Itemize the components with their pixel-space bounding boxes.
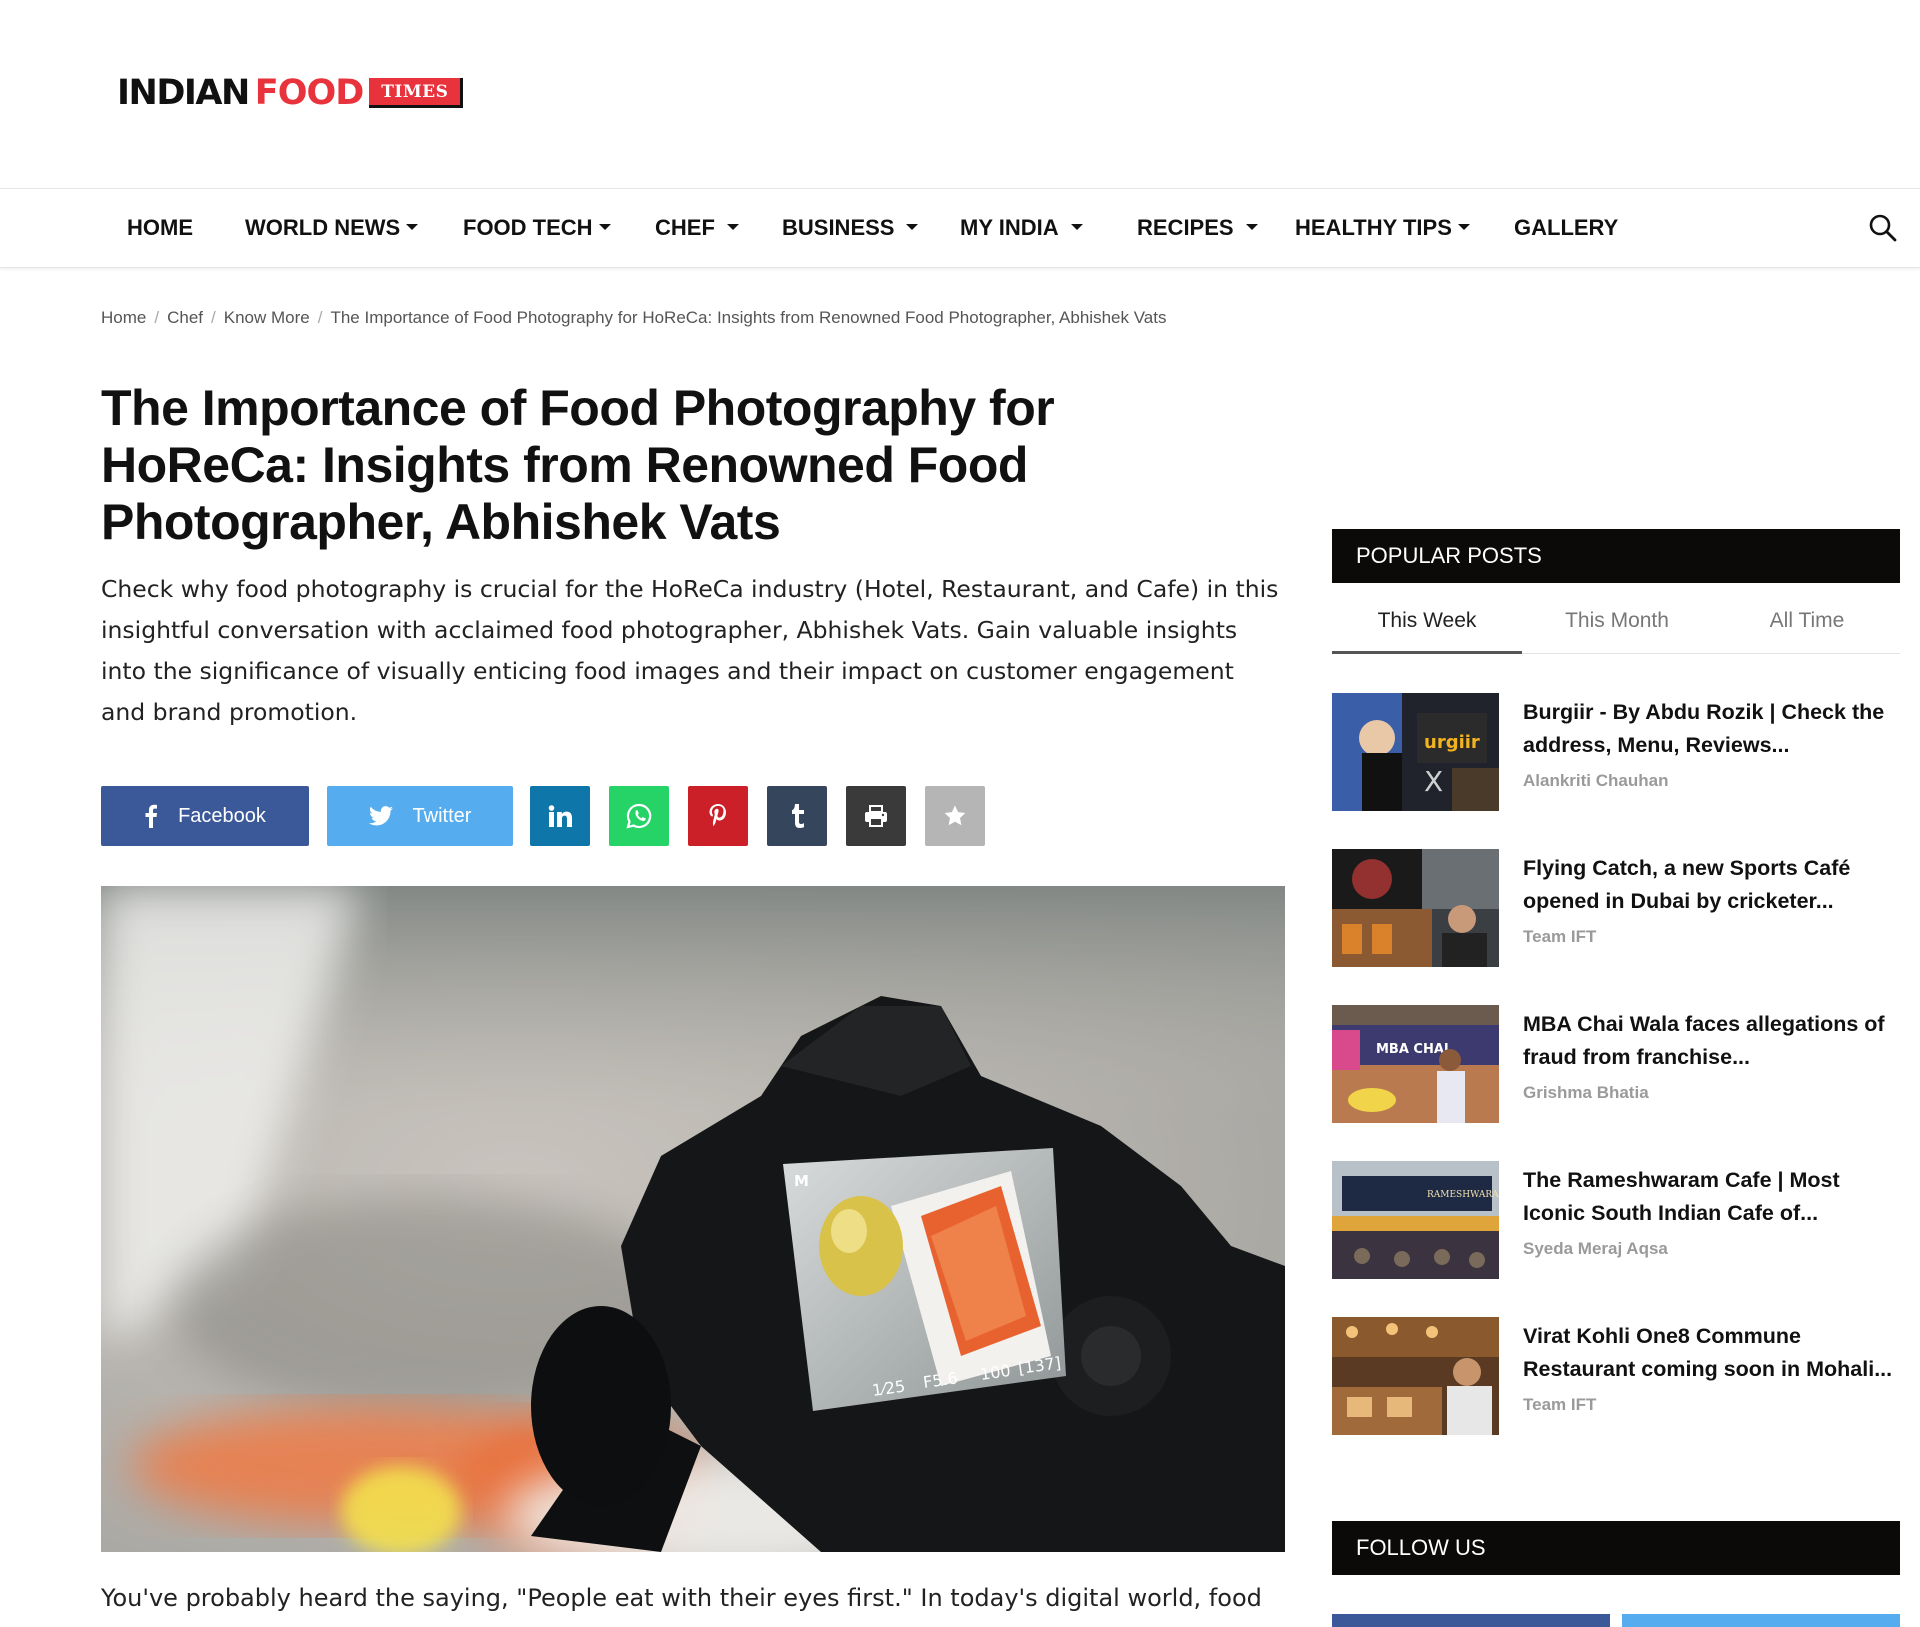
post-title[interactable]: The Rameshwaram Cafe | Most Iconic South… bbox=[1523, 1164, 1903, 1230]
pinterest-icon bbox=[709, 804, 726, 827]
post-title[interactable]: MBA Chai Wala faces allegations of fraud… bbox=[1523, 1008, 1903, 1074]
follow-us-header: FOLLOW US bbox=[1332, 1521, 1900, 1575]
whatsapp-share-button[interactable] bbox=[609, 786, 669, 846]
breadcrumb-home[interactable]: Home bbox=[101, 308, 146, 327]
svg-text:X: X bbox=[1424, 765, 1443, 798]
logo-text-times: TIMES bbox=[369, 78, 464, 108]
camera-photo: M 1⁄25 F5.6 100 [137] bbox=[101, 886, 1285, 1552]
breadcrumb-separator: / bbox=[211, 308, 216, 327]
twitter-share-button[interactable]: Twitter bbox=[327, 786, 513, 846]
post-title[interactable]: Burgiir - By Abdu Rozik | Check the addr… bbox=[1523, 696, 1903, 762]
linkedin-share-button[interactable] bbox=[530, 786, 590, 846]
nav-item-healthy-tips[interactable]: HEALTHY TIPS bbox=[1295, 189, 1470, 267]
facebook-icon bbox=[145, 804, 158, 828]
print-icon bbox=[865, 805, 887, 827]
camera-mode-label: M bbox=[794, 1172, 809, 1190]
print-button[interactable] bbox=[846, 786, 906, 846]
breadcrumb-separator: / bbox=[154, 308, 160, 327]
caret-down-icon bbox=[1457, 224, 1470, 231]
whatsapp-icon bbox=[626, 803, 652, 829]
popular-post-item[interactable]: RAMESHWARAM The Rameshwaram Cafe | Most … bbox=[1332, 1161, 1900, 1279]
breadcrumb-separator: / bbox=[317, 308, 323, 327]
nav-label: HOME bbox=[127, 215, 193, 240]
logo-text-food: FOOD bbox=[254, 73, 364, 113]
post-thumbnail[interactable]: MBA CHAI bbox=[1332, 1005, 1499, 1123]
post-thumbnail[interactable] bbox=[1332, 849, 1499, 967]
bookmark-button[interactable] bbox=[925, 786, 985, 846]
article-hero-image: M 1⁄25 F5.6 100 [137] bbox=[101, 886, 1285, 1552]
follow-facebook-button[interactable] bbox=[1332, 1614, 1610, 1627]
article-body-first-line: You've probably heard the saying, "Peopl… bbox=[101, 1584, 1262, 1612]
popular-posts-tabs: This Week This Month All Time bbox=[1332, 590, 1900, 654]
popular-posts-header: POPULAR POSTS bbox=[1332, 529, 1900, 583]
tab-this-week[interactable]: This Week bbox=[1332, 590, 1522, 654]
nav-item-home[interactable]: HOME bbox=[127, 189, 193, 267]
article-title: The Importance of Food Photography for H… bbox=[101, 380, 1055, 550]
facebook-share-button[interactable]: Facebook bbox=[101, 786, 309, 846]
popular-post-item[interactable]: Virat Kohli One8 Commune Restaurant comi… bbox=[1332, 1317, 1900, 1435]
post-thumbnail[interactable]: RAMESHWARAM bbox=[1332, 1161, 1499, 1279]
popular-post-item[interactable]: MBA CHAI MBA Chai Wala faces allegations… bbox=[1332, 1005, 1900, 1123]
caret-down-icon bbox=[906, 224, 919, 231]
tab-this-month[interactable]: This Month bbox=[1522, 590, 1712, 654]
tumblr-icon bbox=[792, 804, 804, 828]
twitter-icon bbox=[368, 806, 393, 826]
post-author[interactable]: Alankriti Chauhan bbox=[1523, 771, 1668, 791]
facebook-share-label: Facebook bbox=[178, 804, 266, 827]
tab-all-time[interactable]: All Time bbox=[1712, 590, 1902, 654]
nav-label: GALLERY bbox=[1514, 215, 1619, 240]
nav-label: WORLD NEWS bbox=[245, 215, 401, 240]
nav-label: RECIPES bbox=[1137, 215, 1234, 240]
site-logo[interactable]: INDIAN FOOD TIMES bbox=[117, 73, 464, 113]
nav-item-world-news[interactable]: WORLD NEWS bbox=[245, 189, 419, 267]
logo-text-indian: INDIAN bbox=[117, 73, 250, 113]
caret-down-icon bbox=[1245, 224, 1258, 231]
nav-item-food-tech[interactable]: FOOD TECH bbox=[463, 189, 611, 267]
caret-down-icon bbox=[1070, 224, 1083, 231]
nav-item-recipes[interactable]: RECIPES bbox=[1137, 189, 1258, 267]
caret-down-icon bbox=[726, 224, 739, 231]
nav-label: BUSINESS bbox=[782, 215, 895, 240]
search-icon[interactable] bbox=[1868, 213, 1898, 243]
breadcrumb-chef[interactable]: Chef bbox=[167, 308, 203, 327]
post-author[interactable]: Team IFT bbox=[1523, 1395, 1596, 1415]
nav-item-gallery[interactable]: GALLERY bbox=[1514, 189, 1618, 267]
caret-down-icon bbox=[598, 224, 611, 231]
post-author[interactable]: Grishma Bhatia bbox=[1523, 1083, 1649, 1103]
nav-label: MY INDIA bbox=[960, 215, 1059, 240]
post-thumbnail[interactable]: urgiir X bbox=[1332, 693, 1499, 811]
post-thumbnail[interactable] bbox=[1332, 1317, 1499, 1435]
site-header: INDIAN FOOD TIMES bbox=[0, 0, 1920, 188]
star-icon bbox=[944, 805, 966, 826]
nav-item-business[interactable]: BUSINESS bbox=[782, 189, 919, 267]
tumblr-share-button[interactable] bbox=[767, 786, 827, 846]
post-author[interactable]: Team IFT bbox=[1523, 927, 1596, 947]
nav-label: FOOD TECH bbox=[463, 215, 593, 240]
caret-down-icon bbox=[406, 224, 419, 231]
twitter-share-label: Twitter bbox=[412, 804, 472, 827]
nav-label: CHEF bbox=[655, 215, 715, 240]
post-title[interactable]: Flying Catch, a new Sports Café opened i… bbox=[1523, 852, 1903, 918]
post-title[interactable]: Virat Kohli One8 Commune Restaurant comi… bbox=[1523, 1320, 1903, 1386]
nav-item-chef[interactable]: CHEF bbox=[655, 189, 739, 267]
article-summary: Check why food photography is crucial fo… bbox=[101, 575, 1279, 726]
svg-text:urgiir: urgiir bbox=[1424, 732, 1480, 753]
popular-post-item[interactable]: urgiir X Burgiir - By Abdu Rozik | Check … bbox=[1332, 693, 1900, 811]
pinterest-share-button[interactable] bbox=[688, 786, 748, 846]
follow-twitter-button[interactable] bbox=[1622, 1614, 1900, 1627]
linkedin-icon bbox=[548, 805, 572, 827]
post-author[interactable]: Syeda Meraj Aqsa bbox=[1523, 1239, 1668, 1259]
breadcrumb: Home / Chef / Know More / The Importance of Fo… bbox=[101, 308, 1166, 328]
nav-item-my-india[interactable]: MY INDIA bbox=[960, 189, 1083, 267]
main-nav: HOME WORLD NEWS FOOD TECH CHEF BUSINESS … bbox=[0, 188, 1920, 268]
breadcrumb-know-more[interactable]: Know More bbox=[224, 308, 310, 327]
breadcrumb-current: The Importance of Food Photography for H… bbox=[330, 308, 1167, 327]
svg-text:MBA CHAI: MBA CHAI bbox=[1376, 1042, 1449, 1057]
popular-post-item[interactable]: Flying Catch, a new Sports Café opened i… bbox=[1332, 849, 1900, 967]
svg-text:RAMESHWARAM: RAMESHWARAM bbox=[1427, 1190, 1499, 1200]
nav-label: HEALTHY TIPS bbox=[1295, 215, 1452, 240]
